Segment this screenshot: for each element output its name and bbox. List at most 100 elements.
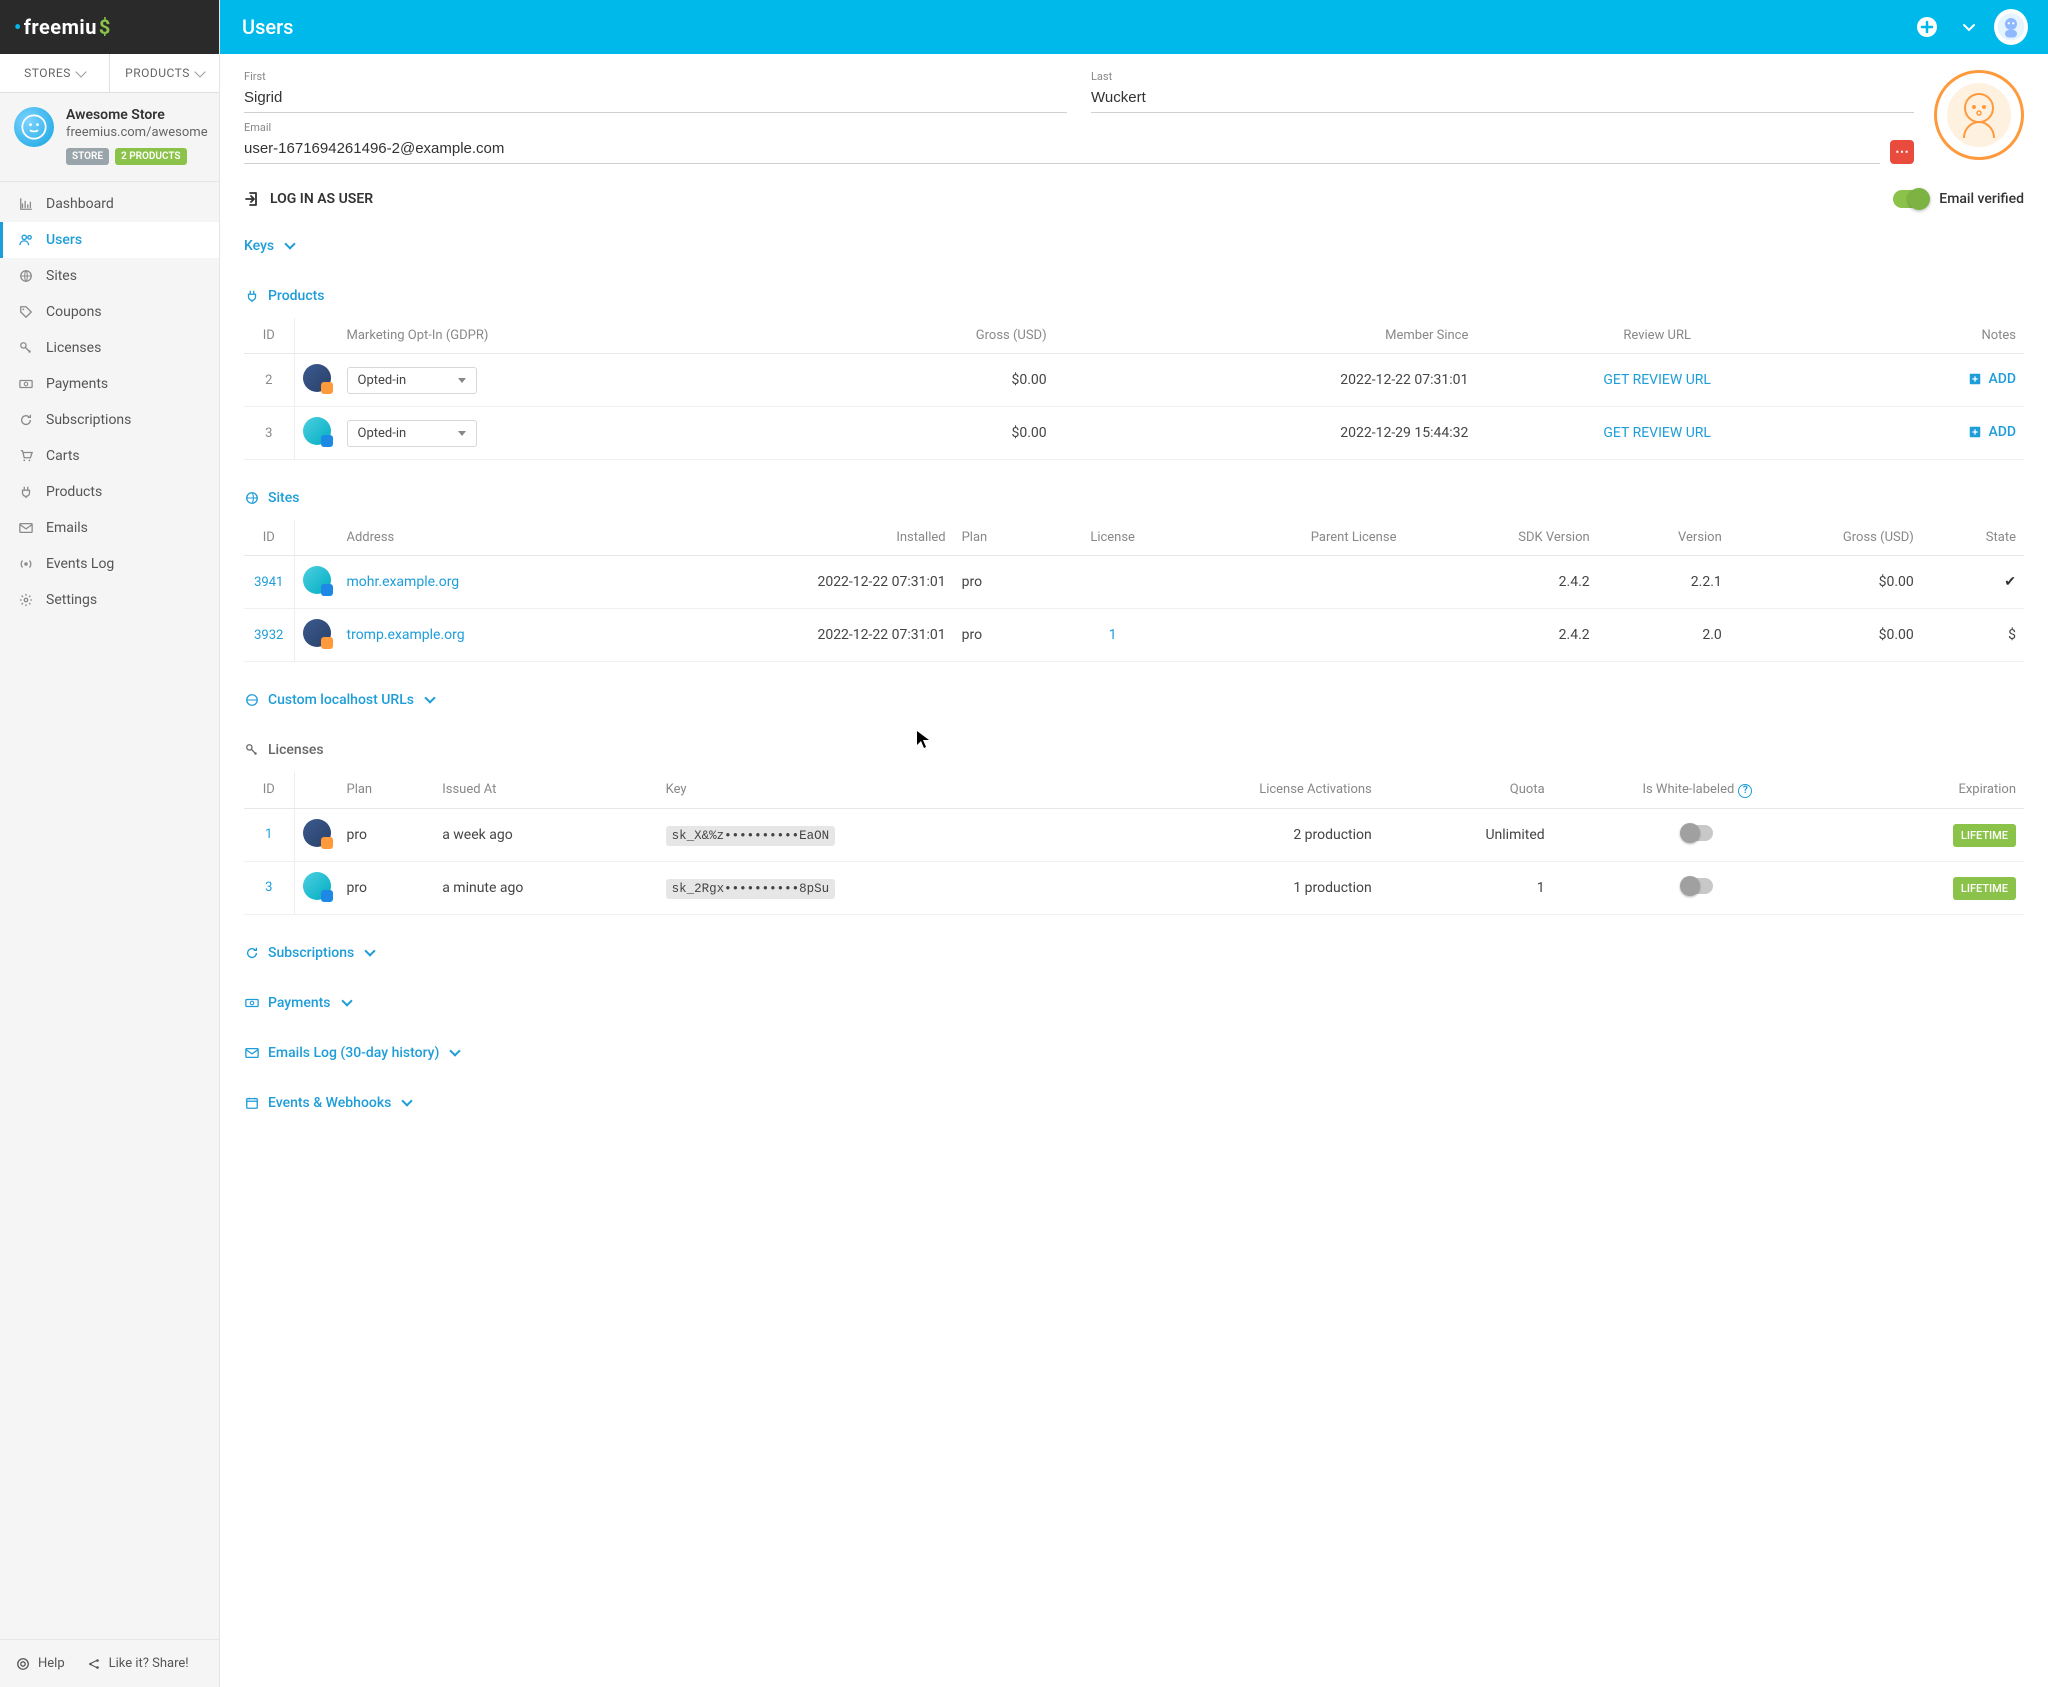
chevron-down-icon <box>75 66 86 77</box>
dropdown-toggle[interactable] <box>1954 12 1984 42</box>
last-name-field: Last <box>1091 70 1914 113</box>
logo: •freemiu$ <box>14 15 111 39</box>
site-row: 3941 mohr.example.org 2022-12-22 07:31:0… <box>244 556 2024 609</box>
user-avatar-large <box>1934 70 2024 160</box>
site-id-link[interactable]: 3941 <box>254 575 283 590</box>
sidebar-footer: Help Like it? Share! <box>0 1639 219 1687</box>
section-emails-log[interactable]: Emails Log (30-day history) <box>244 1041 2024 1065</box>
key-icon <box>18 340 34 356</box>
state-dollar-icon: $ <box>1922 609 2024 662</box>
licenses-table: ID Plan Issued At Key License Activation… <box>244 772 2024 915</box>
site-id-link[interactable]: 3932 <box>254 628 283 643</box>
white-label-toggle[interactable] <box>1681 825 1713 841</box>
nav-sites[interactable]: Sites <box>0 258 219 294</box>
last-name-input[interactable] <box>1091 83 1914 113</box>
chevron-down-icon <box>365 945 376 956</box>
store-name: Awesome Store <box>66 107 208 123</box>
first-name-input[interactable] <box>244 83 1067 113</box>
product-icon <box>303 872 331 900</box>
license-id-link[interactable]: 3 <box>265 880 272 895</box>
nav-carts[interactable]: Carts <box>0 438 219 474</box>
section-sites[interactable]: Sites <box>244 486 2024 510</box>
money-icon <box>244 995 260 1011</box>
lifetime-badge: LIFETIME <box>1953 877 2016 900</box>
white-label-toggle[interactable] <box>1681 878 1713 894</box>
optin-select[interactable]: Opted-in <box>347 367 477 394</box>
tag-icon <box>18 304 34 320</box>
section-custom-urls[interactable]: Custom localhost URLs <box>244 688 2024 712</box>
first-name-field: First <box>244 70 1067 113</box>
product-icon <box>303 364 331 392</box>
license-row: 3 pro a minute ago sk_2Rgx••••••••••8pSu… <box>244 861 2024 914</box>
refresh-icon <box>18 412 34 428</box>
license-key[interactable]: sk_X&%z••••••••••EaON <box>666 826 836 846</box>
license-link[interactable]: 1 <box>1109 627 1117 643</box>
help-icon[interactable]: ? <box>1738 784 1752 798</box>
globe-icon <box>244 692 260 708</box>
product-icon <box>303 417 331 445</box>
email-field-wrapper: Email <box>244 121 1880 164</box>
nav-products[interactable]: Products <box>0 474 219 510</box>
help-link[interactable]: Help <box>8 1652 73 1675</box>
nav-licenses[interactable]: Licenses <box>0 330 219 366</box>
license-key[interactable]: sk_2Rgx••••••••••8pSu <box>666 879 836 899</box>
section-licenses[interactable]: Licenses <box>244 738 2024 762</box>
topbar: Users <box>220 0 2048 54</box>
calendar-icon <box>244 1095 260 1111</box>
email-input[interactable] <box>244 134 1880 164</box>
review-url-link[interactable]: GET REVIEW URL <box>1603 372 1711 388</box>
tab-products[interactable]: PRODUCTS <box>109 54 219 92</box>
globe-icon <box>18 268 34 284</box>
tab-stores[interactable]: STORES <box>0 54 109 92</box>
lifetime-badge: LIFETIME <box>1953 824 2016 847</box>
nav: Dashboard Users Sites Coupons Licenses P… <box>0 182 219 1639</box>
more-actions-button[interactable]: ⋯ <box>1890 140 1914 164</box>
product-row: 2 Opted-in $0.00 2022-12-22 07:31:01 GET… <box>244 354 2024 407</box>
nav-settings[interactable]: Settings <box>0 582 219 618</box>
optin-select[interactable]: Opted-in <box>347 420 477 447</box>
store-avatar-icon <box>14 107 54 147</box>
add-button[interactable] <box>1912 12 1942 42</box>
nav-users[interactable]: Users <box>0 222 219 258</box>
page-title: Users <box>242 15 293 39</box>
section-subscriptions[interactable]: Subscriptions <box>244 941 2024 965</box>
section-products[interactable]: Products <box>244 284 2024 308</box>
nav-subscriptions[interactable]: Subscriptions <box>0 402 219 438</box>
cart-icon <box>18 448 34 464</box>
user-avatar[interactable] <box>1996 12 2026 42</box>
nav-coupons[interactable]: Coupons <box>0 294 219 330</box>
globe-icon <box>244 490 260 506</box>
plug-icon <box>244 288 260 304</box>
nav-payments[interactable]: Payments <box>0 366 219 402</box>
login-icon <box>244 191 260 207</box>
review-url-link[interactable]: GET REVIEW URL <box>1603 425 1711 441</box>
nav-emails[interactable]: Emails <box>0 510 219 546</box>
share-link[interactable]: Like it? Share! <box>79 1652 197 1675</box>
license-id-link[interactable]: 1 <box>265 827 272 842</box>
key-icon <box>244 742 260 758</box>
products-badge: 2 PRODUCTS <box>115 148 187 165</box>
section-events[interactable]: Events & Webhooks <box>244 1091 2024 1115</box>
add-note-button[interactable]: ADD <box>1968 371 2016 387</box>
product-icon <box>303 819 331 847</box>
chart-icon <box>18 196 34 212</box>
license-row: 1 pro a week ago sk_X&%z••••••••••EaON 2… <box>244 808 2024 861</box>
site-address-link[interactable]: mohr.example.org <box>347 574 460 590</box>
section-keys[interactable]: Keys <box>244 234 2024 258</box>
gear-icon <box>18 592 34 608</box>
section-payments[interactable]: Payments <box>244 991 2024 1015</box>
product-icon <box>303 619 331 647</box>
site-row: 3932 tromp.example.org 2022-12-22 07:31:… <box>244 609 2024 662</box>
nav-dashboard[interactable]: Dashboard <box>0 186 219 222</box>
store-card[interactable]: Awesome Store freemius.com/awesome STORE… <box>0 93 219 182</box>
site-address-link[interactable]: tromp.example.org <box>347 627 465 643</box>
products-table: ID Marketing Opt-In (GDPR) Gross (USD) M… <box>244 318 2024 460</box>
login-as-user-button[interactable]: LOG IN AS USER <box>244 191 373 207</box>
refresh-icon <box>244 945 260 961</box>
product-row: 3 Opted-in $0.00 2022-12-29 15:44:32 GET… <box>244 407 2024 460</box>
broadcast-icon <box>18 556 34 572</box>
chevron-down-icon <box>450 1045 461 1056</box>
nav-events[interactable]: Events Log <box>0 546 219 582</box>
email-verified-toggle[interactable]: Email verified <box>1893 190 2024 208</box>
add-note-button[interactable]: ADD <box>1968 424 2016 440</box>
